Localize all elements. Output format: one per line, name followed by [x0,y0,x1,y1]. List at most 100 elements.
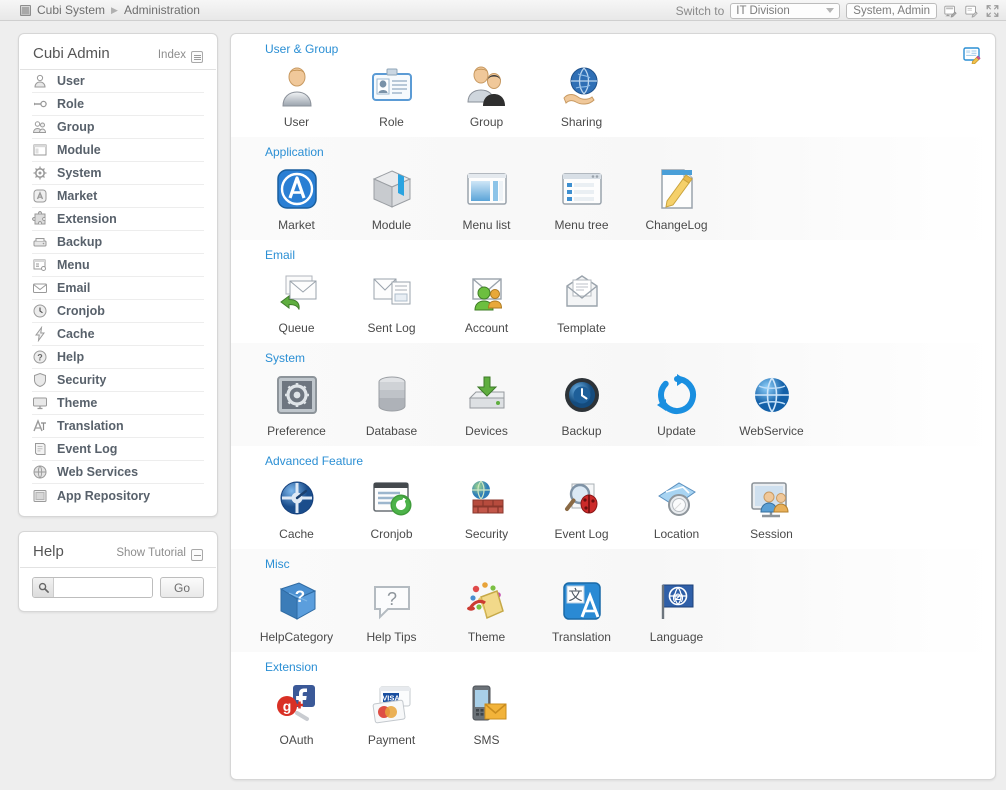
puzzle-icon [32,211,48,227]
sidebar-item-email[interactable]: Email [32,277,204,300]
sidebar-item-help[interactable]: ? Help [32,346,204,369]
tile-role[interactable]: Role [344,58,439,129]
tile-session[interactable]: Session [724,470,819,541]
tile-payment[interactable]: VISA Payment [344,676,439,747]
sidebar-item-cache[interactable]: Cache [32,323,204,346]
tile-theme[interactable]: Theme [439,573,534,644]
sidebar-item-menu[interactable]: Menu [32,254,204,277]
help-search-go-button[interactable]: Go [160,577,204,598]
list-icon [191,51,203,63]
svg-text:g: g [282,698,291,714]
tile-database[interactable]: Database [344,367,439,438]
user-account-label: System, Admin [853,4,930,17]
tile-menu-tree[interactable]: Menu tree [534,161,629,232]
note-edit-icon[interactable] [964,4,979,18]
help-body: Go [19,568,217,611]
tile-queue[interactable]: Queue [249,264,344,335]
section-title[interactable]: Advanced Feature [231,454,995,468]
chevron-down-icon [826,8,835,13]
sidebar-item-role[interactable]: Role [32,93,204,116]
sidebar-item-user[interactable]: User [32,70,204,93]
index-control[interactable]: Index [158,49,203,63]
sidebar-item-extension[interactable]: Extension [32,208,204,231]
tile-event-log[interactable]: Event Log [534,470,629,541]
tile-market[interactable]: Market [249,161,344,232]
tile-webservice[interactable]: WebService [724,367,819,438]
section-title[interactable]: System [231,351,995,365]
sidebar-item-app-repository[interactable]: App Repository [32,484,204,507]
two-people-icon [463,62,511,110]
key-icon [32,96,48,112]
tile-label: Database [365,424,418,438]
sidebar-item-translation[interactable]: Translation [32,415,204,438]
tile-module[interactable]: Module [344,161,439,232]
firewall-icon [463,474,511,522]
screen-edit-icon[interactable] [943,4,958,18]
tile-cache[interactable]: Cache [249,470,344,541]
sidebar-item-backup[interactable]: Backup [32,231,204,254]
section-application: Application Market Module Menu list Menu tre… [231,137,995,240]
tile-help-tips[interactable]: ? Help Tips [344,573,439,644]
tile-backup[interactable]: Backup [534,367,629,438]
fullscreen-icon[interactable] [985,4,1000,18]
tile-sms[interactable]: SMS [439,676,534,747]
sidebar-item-label: Market [57,189,98,203]
tile-label: Event Log [554,527,609,541]
section-title[interactable]: Misc [231,557,995,571]
user-account-button[interactable]: System, Admin [846,2,937,19]
translation-icon [32,418,48,434]
sidebar-item-label: Backup [57,235,103,249]
tile-label: Translation [552,630,611,644]
tile-group[interactable]: Group [439,58,534,129]
sidebar-item-label: Module [57,143,101,157]
tile-helpcategory[interactable]: ? HelpCategory [249,573,344,644]
breadcrumb-separator-icon: ▶ [111,4,118,15]
sidebar-item-system[interactable]: System [32,162,204,185]
tile-label: Security [464,527,509,541]
tile-preference[interactable]: Preference [249,367,344,438]
clock-icon [32,303,48,319]
breadcrumb-item-root[interactable]: Cubi System [37,3,105,17]
window-tree-icon [558,165,606,213]
tile-changelog[interactable]: ChangeLog [629,161,724,232]
help-search-input[interactable] [54,578,152,597]
tile-sharing[interactable]: Sharing [534,58,629,129]
sidebar-item-theme[interactable]: Theme [32,392,204,415]
sidebar-item-market[interactable]: Market [32,185,204,208]
sidebar-item-cronjob[interactable]: Cronjob [32,300,204,323]
tile-devices[interactable]: Devices [439,367,534,438]
sidebar-item-security[interactable]: Security [32,369,204,392]
tile-user[interactable]: User [249,58,344,129]
breadcrumb-item-current[interactable]: Administration [124,3,200,17]
division-select[interactable]: IT Division [730,2,841,19]
sidebar-item-group[interactable]: Group [32,116,204,139]
system-icon [20,4,31,16]
tile-account[interactable]: Account [439,264,534,335]
svg-text:?: ? [294,587,304,606]
search-icon [33,578,54,597]
sidebar-item-event-log[interactable]: Event Log [32,438,204,461]
tile-translation[interactable]: 文 Translation [534,573,629,644]
tile-sent-log[interactable]: Sent Log [344,264,439,335]
tile-label: SMS [473,733,500,747]
section-title[interactable]: User & Group [231,42,995,56]
tile-language[interactable]: (2) Language [629,573,724,644]
section-misc: Misc ? HelpCategory? Help Tips Theme 文 Transla… [231,549,995,652]
tile-location[interactable]: Location [629,470,724,541]
tile-oauth[interactable]: g OAuth [249,676,344,747]
globe-icon [32,464,48,480]
sidebar-item-module[interactable]: Module [32,139,204,162]
device-download-icon [463,371,511,419]
tile-menu-list[interactable]: Menu list [439,161,534,232]
section-title[interactable]: Extension [231,660,995,674]
help-search-field[interactable] [32,577,153,598]
section-email: Email Queue Sent Log Account Template [231,240,995,343]
tile-cronjob[interactable]: Cronjob [344,470,439,541]
sidebar-item-web-services[interactable]: Web Services [32,461,204,484]
section-title[interactable]: Application [231,145,995,159]
section-title[interactable]: Email [231,248,995,262]
tile-template[interactable]: Template [534,264,629,335]
tile-update[interactable]: Update [629,367,724,438]
tile-security[interactable]: Security [439,470,534,541]
show-tutorial-control[interactable]: Show Tutorial [116,547,203,561]
